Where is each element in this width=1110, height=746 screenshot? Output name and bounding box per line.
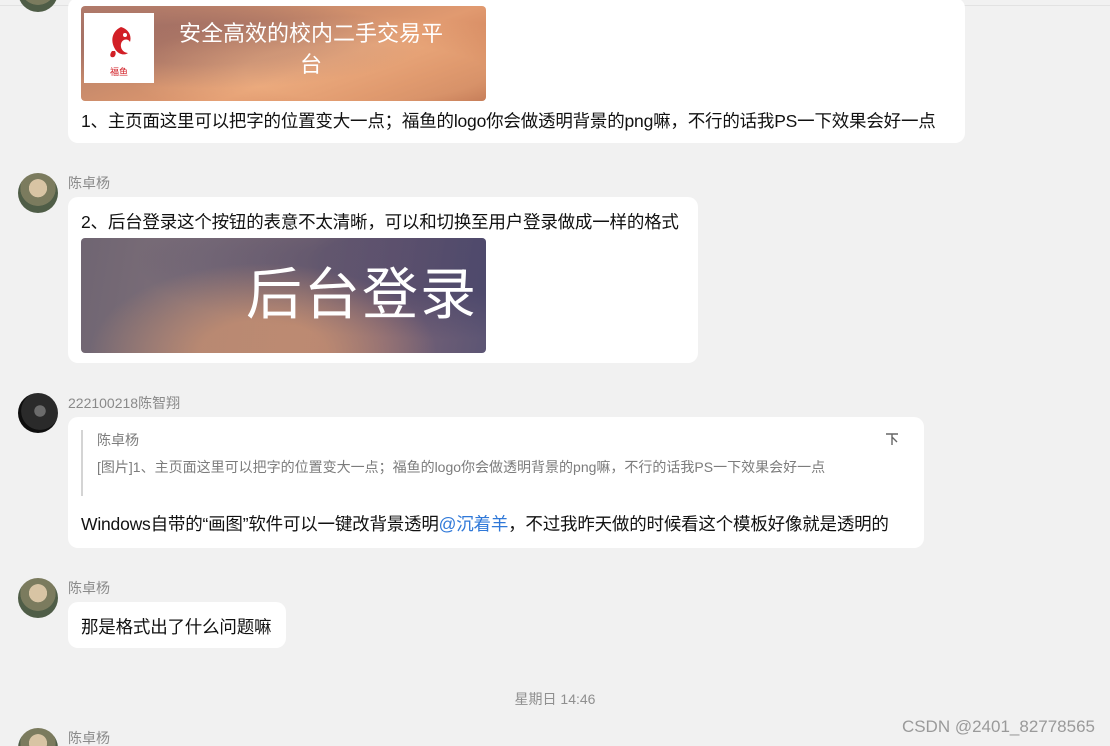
fish-logo-icon bbox=[110, 27, 131, 58]
quoted-message[interactable]: 陈卓杨 [图片]1、主页面这里可以把字的位置变大一点；福鱼的logo你会做透明背… bbox=[81, 430, 906, 496]
message-text: 1、主页面这里可以把字的位置变大一点；福鱼的logo你会做透明背景的png嘛，不… bbox=[81, 111, 936, 131]
message-text-part: Windows自带的“画图”软件可以一键改背景透明 bbox=[81, 514, 439, 534]
collapse-quote-icon[interactable] bbox=[885, 432, 899, 450]
timestamp: 星期日 14:46 bbox=[514, 691, 596, 707]
avatar[interactable] bbox=[18, 0, 58, 12]
sender-name: 陈卓杨 bbox=[68, 175, 110, 191]
mention-link[interactable]: @沉着羊 bbox=[439, 514, 509, 534]
quote-author: 陈卓杨 bbox=[97, 432, 139, 448]
image-caption: 后台登录 bbox=[246, 263, 478, 326]
watermark: CSDN @2401_82778565 bbox=[901, 717, 1095, 736]
fuyu-logo: 福鱼 bbox=[84, 13, 154, 83]
avatar[interactable] bbox=[18, 728, 58, 746]
quote-text: [图片]1、主页面这里可以把字的位置变大一点；福鱼的logo你会做透明背景的pn… bbox=[97, 459, 826, 475]
avatar[interactable] bbox=[18, 173, 58, 213]
message-text: Windows自带的“画图”软件可以一键改背景透明@沉着羊，不过我昨天做的时候看… bbox=[81, 511, 889, 536]
logo-text: 福鱼 bbox=[109, 67, 128, 77]
sender-name: 陈卓杨 bbox=[68, 730, 110, 746]
avatar[interactable] bbox=[18, 578, 58, 618]
image-caption: 安全高效的校内二手交易平台 bbox=[178, 21, 443, 77]
sender-name: 陈卓杨 bbox=[68, 580, 110, 596]
message-image[interactable]: 福鱼 安全高效的校内二手交易平台 bbox=[81, 6, 486, 101]
sender-name: 222100218陈智翔 bbox=[68, 395, 181, 411]
message-image[interactable]: 后台登录 bbox=[81, 238, 486, 353]
avatar[interactable] bbox=[18, 393, 58, 433]
message-text: 2、后台登录这个按钮的表意不太清晰，可以和切换至用户登录做成一样的格式 bbox=[81, 212, 679, 232]
message-text: 那是格式出了什么问题嘛 bbox=[81, 617, 272, 637]
message-text-part: ，不过我昨天做的时候看这个模板好像就是透明的 bbox=[508, 514, 889, 534]
collapse-quote-icon-glyph bbox=[886, 433, 898, 445]
